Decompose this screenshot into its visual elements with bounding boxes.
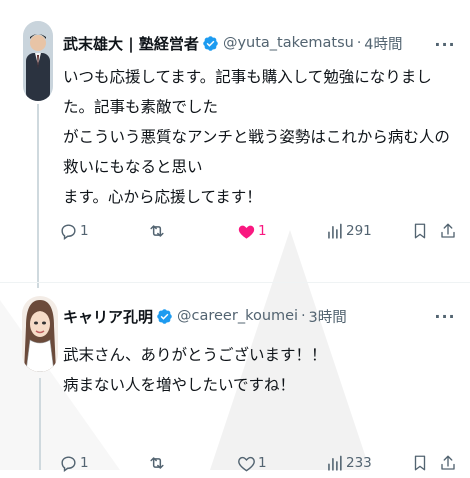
views-button[interactable]: 291	[325, 216, 372, 246]
tweet-header: キャリア孔明 @career_koumei · 3時間	[63, 305, 347, 327]
display-name[interactable]: 武末雄大 | 塾経営者	[63, 33, 199, 54]
bookmark-button[interactable]	[411, 216, 429, 246]
share-icon	[439, 221, 457, 241]
like-button[interactable]: 1	[237, 448, 267, 478]
retweet-button[interactable]	[147, 216, 169, 246]
more-dots-icon[interactable]: ···	[434, 35, 456, 54]
verified-badge-icon	[156, 308, 173, 325]
retweet-icon	[147, 221, 167, 241]
verified-badge-icon	[202, 35, 219, 52]
tweet-actions: 1 1 291	[59, 216, 455, 246]
reply-icon	[59, 222, 78, 241]
more-dots-icon[interactable]: ···	[434, 307, 456, 326]
user-handle[interactable]: @yuta_takematsu	[223, 35, 354, 51]
views-button[interactable]: 233	[325, 448, 372, 478]
reply-button[interactable]: 1	[59, 448, 89, 478]
reply-button[interactable]: 1	[59, 216, 89, 246]
avatar[interactable]	[22, 296, 58, 372]
share-button[interactable]	[439, 216, 457, 246]
bookmark-icon	[411, 221, 429, 241]
views-count: 291	[346, 223, 372, 239]
like-button[interactable]: 1	[237, 216, 267, 246]
background-decoration	[0, 300, 120, 470]
bookmark-icon	[411, 453, 429, 473]
retweet-icon	[147, 453, 167, 473]
timestamp[interactable]: 3時間	[309, 306, 347, 327]
views-count: 233	[346, 455, 372, 471]
share-button[interactable]	[439, 448, 457, 478]
bookmark-button[interactable]	[411, 448, 429, 478]
thread-connector-line	[39, 378, 41, 470]
thread-connector-line	[37, 104, 39, 288]
like-count: 1	[258, 223, 267, 239]
avatar[interactable]	[23, 21, 53, 101]
tweet-text: いつも応援してます。記事も購入して勉強になりました。記事も素敵でした がこういう…	[63, 68, 450, 206]
tweet-header: 武末雄大 | 塾経営者 @yuta_takematsu · 4時間	[63, 32, 403, 54]
user-handle[interactable]: @career_koumei	[177, 308, 298, 324]
retweet-button[interactable]	[147, 448, 169, 478]
tweet-divider	[0, 282, 470, 283]
timestamp[interactable]: 4時間	[364, 33, 402, 54]
separator-dot: ·	[356, 35, 362, 51]
tweet[interactable]: 武末雄大 | 塾経営者 @yuta_takematsu · 4時間 ··· いつ…	[0, 0, 470, 288]
like-count: 1	[258, 455, 267, 471]
tweet-text: 武末さん、ありがとうございます！！ 病まない人を増やしたいですね！	[63, 346, 327, 394]
views-chart-icon	[325, 222, 344, 241]
separator-dot: ·	[301, 308, 306, 324]
share-icon	[439, 453, 457, 473]
reply-count: 1	[80, 223, 89, 239]
heart-icon	[237, 222, 256, 241]
reply-count: 1	[80, 455, 89, 471]
display-name[interactable]: キャリア孔明	[63, 306, 153, 327]
tweet-actions: 1 1 233	[59, 448, 455, 478]
